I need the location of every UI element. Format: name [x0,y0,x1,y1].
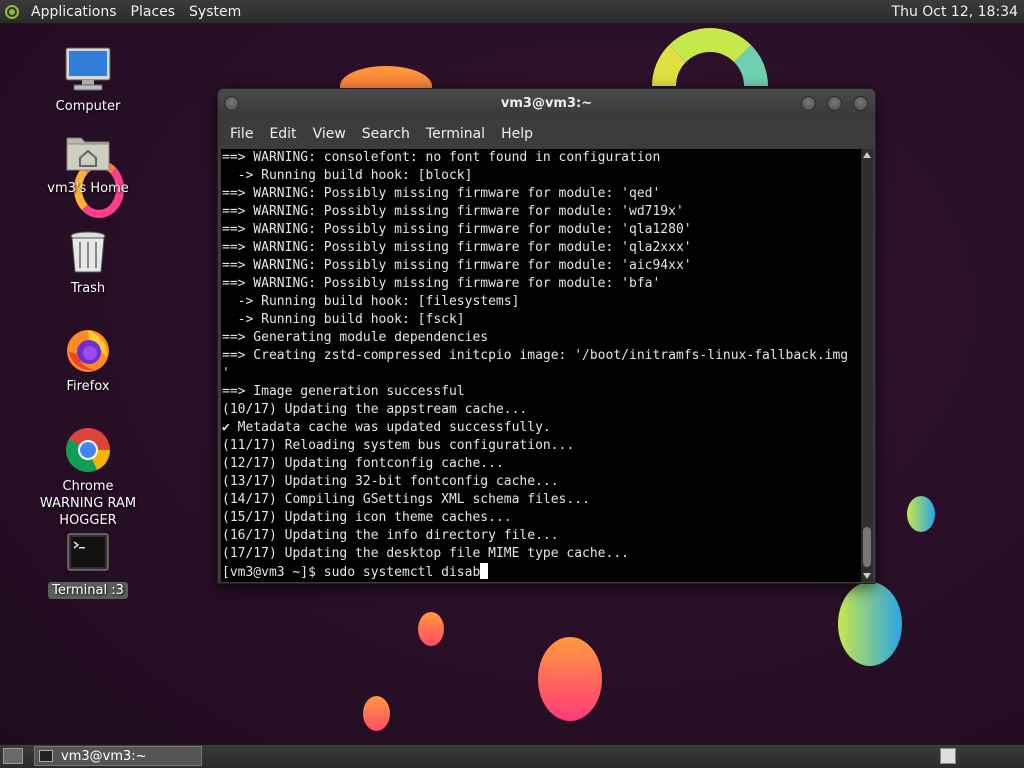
scrollbar-thumb[interactable] [863,527,871,567]
computer-icon [64,46,112,94]
menu-applications[interactable]: Applications [24,0,124,24]
menu-edit[interactable]: Edit [261,126,304,142]
desktop-icon-label: Trash [70,281,106,296]
terminal-line: -> Running build hook: [filesystems] [222,294,520,309]
terminal-line: -> Running build hook: [fsck] [222,312,465,327]
wallpaper-orange-blob-large [538,637,602,721]
terminal-line: ==> WARNING: Possibly missing firmware f… [222,222,692,237]
desktop-icon-label: Firefox [66,379,110,394]
terminal-line: (14/17) Compiling GSettings XML schema f… [222,492,590,507]
terminal-icon [64,530,112,578]
terminal-line: ==> WARNING: Possibly missing firmware f… [222,186,661,201]
terminal-task-icon [39,750,53,762]
terminal-line: ==> WARNING: Possibly missing firmware f… [222,276,661,291]
distro-logo-icon[interactable] [0,0,24,24]
firefox-icon [64,326,112,374]
terminal-line: (16/17) Updating the info directory file… [222,528,559,543]
desktop-icon-terminal[interactable]: Terminal :3 [38,530,138,599]
terminal-line: (12/17) Updating fontconfig cache... [222,456,504,471]
desktop-icon-label: Computer [55,99,121,114]
maximize-button[interactable] [827,96,842,111]
chrome-icon [64,426,112,474]
terminal-line: (10/17) Updating the appstream cache... [222,402,528,417]
desktop-icon-firefox[interactable]: Firefox [38,326,138,395]
terminal-line: (15/17) Updating icon theme caches... [222,510,512,525]
wallpaper-blue-blob-small [907,496,935,532]
desktop-icon-chrome[interactable]: Chrome WARNING RAM HOGGER [38,426,138,529]
terminal-line: (13/17) Updating 32-bit fontconfig cache… [222,474,559,489]
scroll-up-icon[interactable] [863,152,871,158]
terminal-prompt-line[interactable]: [vm3@vm3 ~]$ sudo systemctl disab [221,563,862,581]
terminal-window: vm3@vm3:~ File Edit View Search Terminal… [217,88,876,584]
terminal-line: (11/17) Reloading system bus configurati… [222,438,575,453]
desktop-icon-home[interactable]: vm3's Home [38,128,138,197]
bottom-panel: vm3@vm3:~ [0,744,1024,768]
terminal-cursor [480,563,489,579]
clock[interactable]: Thu Oct 12, 18:34 [892,4,1024,20]
terminal-line: ==> WARNING: Possibly missing firmware f… [222,204,684,219]
desktop-icon-computer[interactable]: Computer [38,46,138,115]
terminal-line: ==> WARNING: Possibly missing firmware f… [222,258,692,273]
terminal-line: ==> Generating module dependencies [222,330,489,345]
wallpaper-orange-blob-mid [418,612,444,646]
minimize-button[interactable] [801,96,816,111]
wallpaper-orange-blob-bottom [363,696,390,731]
menu-terminal[interactable]: Terminal [418,126,493,142]
top-panel: Applications Places System Thu Oct 12, 1… [0,0,1024,24]
desktop-icon-label: Chrome WARNING RAM HOGGER [39,479,137,528]
terminal-output[interactable]: ==> WARNING: consolefont: no font found … [221,149,862,582]
terminal-line: ' [222,366,230,381]
terminal-line: ==> Creating zstd-compressed initcpio im… [222,348,849,363]
desktop-icon-label: Terminal :3 [48,582,128,599]
terminal-line: -> Running build hook: [block] [222,168,473,183]
close-button[interactable] [853,96,868,111]
scroll-down-icon[interactable] [863,573,871,579]
menu-file[interactable]: File [222,126,261,142]
home-folder-icon [64,128,112,176]
terminal-line: ==> WARNING: Possibly missing firmware f… [222,240,692,255]
window-titlebar[interactable]: vm3@vm3:~ [218,89,875,119]
desktop-icon-label: vm3's Home [47,181,129,196]
wallpaper-blue-blob-large [838,582,902,666]
menu-places[interactable]: Places [124,0,183,24]
trash-icon [64,228,112,276]
desktop-icon-trash[interactable]: Trash [38,228,138,297]
window-menubar: File Edit View Search Terminal Help [218,119,875,148]
menu-view[interactable]: View [305,126,354,142]
menu-help[interactable]: Help [493,126,541,142]
show-desktop-icon[interactable] [3,748,23,764]
taskbar-item-label: vm3@vm3:~ [61,748,147,764]
window-title: vm3@vm3:~ [500,96,593,111]
menu-search[interactable]: Search [354,126,418,142]
terminal-line: ✔ Metadata cache was updated successfull… [222,420,551,435]
terminal-scrollbar[interactable] [861,149,873,582]
menu-system[interactable]: System [182,0,248,24]
terminal-line: (17/17) Updating the desktop file MIME t… [222,546,629,561]
workspace-switcher[interactable] [940,748,956,764]
terminal-line: ==> WARNING: consolefont: no font found … [222,150,661,165]
terminal-prompt: [vm3@vm3 ~]$ sudo systemctl disab [222,565,481,580]
taskbar-item-terminal[interactable]: vm3@vm3:~ [34,746,202,766]
terminal-line: ==> Image generation successful [222,384,465,399]
